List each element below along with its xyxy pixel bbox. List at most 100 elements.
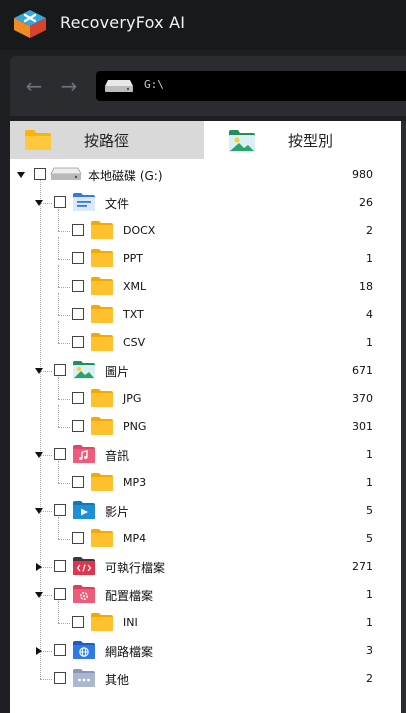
collapse-arrow-icon[interactable] [35,592,43,598]
tree-row[interactable]: 其他 2 [10,665,401,693]
checkbox[interactable] [72,280,84,292]
tree-row[interactable]: MP3 1 [10,469,401,497]
tree-item-label: DOCX [123,224,156,237]
folder-icon [90,332,114,352]
tree-row[interactable]: 影片 5 [10,497,401,525]
tree-item-label: JPG [123,392,142,405]
checkbox[interactable] [54,588,66,600]
checkbox[interactable] [54,560,66,572]
tab-by-type[interactable]: 按型別 [204,121,401,159]
tree-item-count: 1 [366,336,373,349]
tree-item-count: 1 [366,448,373,461]
drive-icon [50,166,82,186]
tree-row[interactable]: 網路檔案 3 [10,637,401,665]
tree-row[interactable]: 本地磁碟 (G:) 980 [10,161,401,189]
tree-row[interactable]: 圖片 671 [10,357,401,385]
tree-item-label: MP3 [123,476,147,489]
collapse-arrow-icon[interactable] [35,452,43,458]
collapse-arrow-icon[interactable] [35,368,43,374]
checkbox[interactable] [72,308,84,320]
checkbox[interactable] [54,672,66,684]
collapse-arrow-icon[interactable] [35,200,43,206]
checkbox[interactable] [54,504,66,516]
collapse-arrow-icon[interactable] [17,172,25,178]
checkbox[interactable] [54,448,66,460]
tree-item-label: 影片 [105,505,130,519]
checkbox[interactable] [72,476,84,488]
tree-item-count: 26 [359,196,373,209]
expand-arrow-icon[interactable] [36,563,42,571]
title-bar: RecoveryFox AI [0,0,406,50]
forward-button[interactable]: → [55,72,83,100]
expand-arrow-icon[interactable] [36,647,42,655]
tree-item-count: 271 [352,560,373,573]
tree-row[interactable]: INI 1 [10,609,401,637]
tree-item-label: 配置檔案 [105,589,154,603]
folder-icon [90,276,114,296]
tree-item-label: 圖片 [105,365,130,379]
folder-icon [90,416,114,436]
tree-item-count: 370 [352,392,373,405]
checkbox[interactable] [72,392,84,404]
tree-item-count: 5 [366,504,373,517]
tab-label: 按路徑 [84,132,130,150]
file-type-tree: 本地磁碟 (G:) 980 文件 26 DOCX 2 PPT 1 XML 18 TXT 4 CSV 1 圖片… [10,159,401,713]
tree-item-count: 3 [366,644,373,657]
tree-item-label: 音訊 [105,449,130,463]
tree-row[interactable]: MP4 5 [10,525,401,553]
tree-row[interactable]: 可執行檔案 271 [10,553,401,581]
checkbox[interactable] [72,420,84,432]
navigation-bar: ← → G:\ [10,56,406,116]
tree-item-label: 本地磁碟 (G:) [88,169,163,183]
tree-row[interactable]: JPG 370 [10,385,401,413]
tree-item-label: 其他 [105,673,130,687]
image-file-icon [229,130,255,152]
scrollbar[interactable] [401,121,406,713]
folder-icon [90,388,114,408]
tree-item-count: 301 [352,420,373,433]
tree-row[interactable]: 配置檔案 1 [10,581,401,609]
checkbox[interactable] [72,616,84,628]
checkbox[interactable] [54,364,66,376]
checkbox[interactable] [54,196,66,208]
back-button[interactable]: ← [20,72,48,100]
tree-row[interactable]: 音訊 1 [10,441,401,469]
checkbox[interactable] [54,644,66,656]
address-text: G:\ [144,78,164,91]
folder-icon [90,528,114,548]
checkbox[interactable] [72,336,84,348]
folder-icon [25,130,51,150]
tree-item-count: 671 [352,364,373,377]
tree-item-count: 18 [359,280,373,293]
image-folder-icon [72,360,96,380]
tree-row[interactable]: 文件 26 [10,189,401,217]
music-folder-icon [72,444,96,464]
file-type-panel: 按路徑 按型別 本地磁碟 (G:) 980 文件 26 DOCX 2 PPT 1 XML 18 TX… [10,121,401,713]
tree-row[interactable]: TXT 4 [10,301,401,329]
collapse-arrow-icon[interactable] [35,508,43,514]
tree-item-count: 2 [366,672,373,685]
checkbox[interactable] [72,532,84,544]
tree-item-count: 1 [366,476,373,489]
tree-item-label: 網路檔案 [105,645,154,659]
tab-by-path[interactable]: 按路徑 [10,121,204,159]
checkbox[interactable] [72,224,84,236]
checkbox[interactable] [72,252,84,264]
tree-row[interactable]: PNG 301 [10,413,401,441]
folder-icon [90,472,114,492]
tree-row[interactable]: XML 18 [10,273,401,301]
tree-row[interactable]: DOCX 2 [10,217,401,245]
tree-item-label: XML [123,280,147,293]
tree-item-count: 1 [366,588,373,601]
address-bar[interactable]: G:\ [96,71,406,101]
tree-item-label: CSV [123,336,146,349]
arrow-left-icon: ← [25,74,43,98]
checkbox[interactable] [34,168,46,180]
tree-item-label: TXT [123,308,144,321]
tree-row[interactable]: PPT 1 [10,245,401,273]
more-folder-icon [72,668,96,688]
tree-row[interactable]: CSV 1 [10,329,401,357]
tree-item-label: 可執行檔案 [105,561,166,575]
folder-icon [90,612,114,632]
folder-icon [90,248,114,268]
